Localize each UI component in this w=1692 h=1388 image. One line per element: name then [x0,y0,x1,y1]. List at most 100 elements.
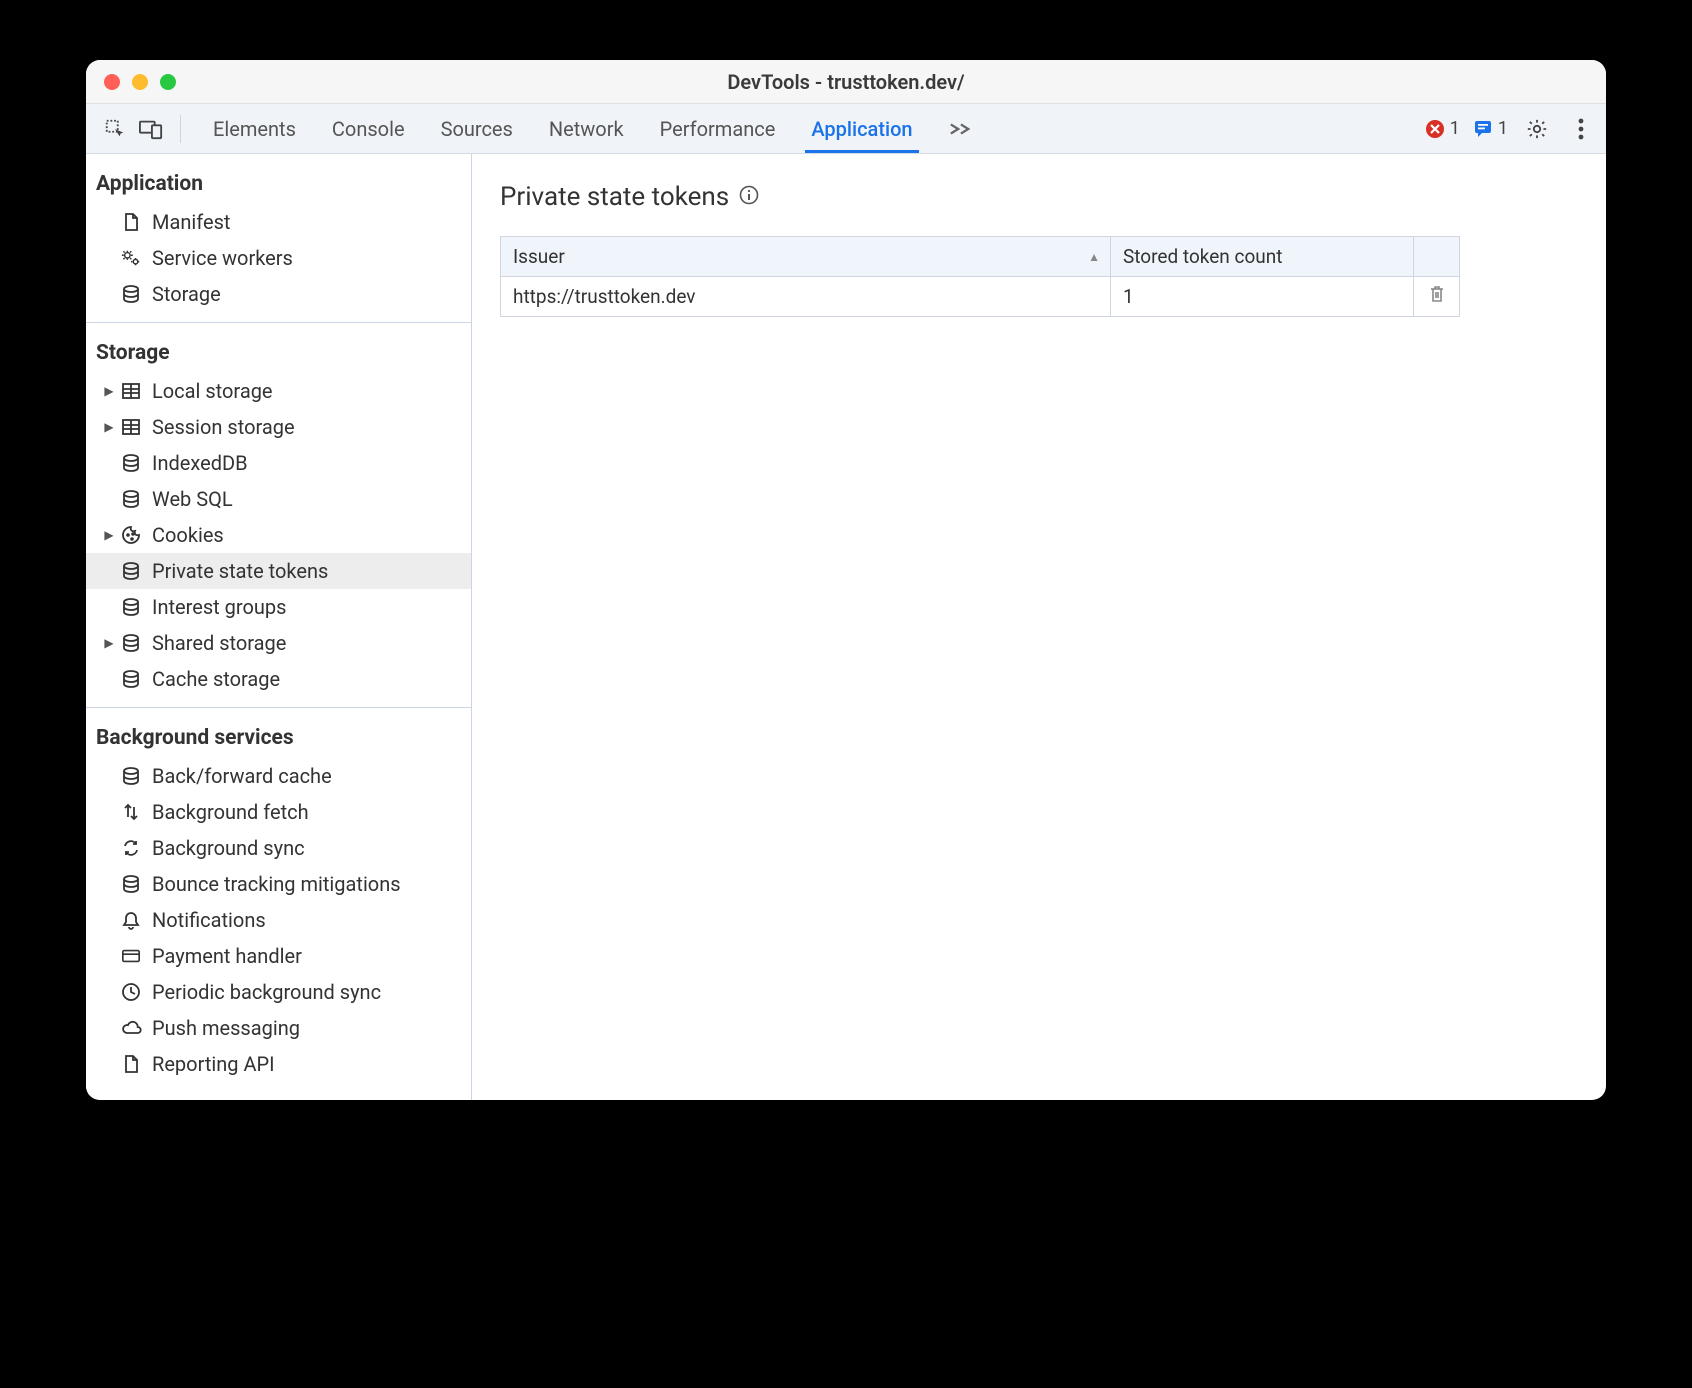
db-icon [118,669,144,689]
issue-badge[interactable]: 1 [1474,118,1508,139]
clock-icon [118,982,144,1002]
sort-asc-icon: ▲ [1088,250,1100,264]
tab-sources[interactable]: Sources [423,104,531,153]
db-icon [118,633,144,653]
more-tabs-icon[interactable] [931,104,989,153]
sidebar-item-label: Manifest [152,210,230,234]
file-icon [118,1054,144,1074]
card-icon [118,946,144,966]
panel-title: Private state tokens [500,182,1588,212]
sidebar-item-label: Session storage [152,415,295,439]
sidebar-item-label: Shared storage [152,631,286,655]
chevron-right-icon[interactable]: ▶ [102,636,116,650]
inspect-icon[interactable] [100,114,130,144]
spacer: ▶ [102,600,116,614]
sidebar-item-background-fetch[interactable]: ▶ Background fetch [86,794,471,830]
sidebar-item-cookies[interactable]: ▶ Cookies [86,517,471,553]
sidebar-item-notifications[interactable]: ▶Notifications [86,902,471,938]
tab-performance[interactable]: Performance [642,104,794,153]
sidebar-item-push-messaging[interactable]: ▶ Push messaging [86,1010,471,1046]
file-icon [118,212,144,232]
close-icon[interactable] [104,74,120,90]
spacer: ▶ [102,805,116,819]
sidebar-item-label: Reporting API [152,1052,275,1076]
issue-count: 1 [1498,118,1508,139]
spacer: ▶ [102,841,116,855]
window-title: DevTools - trusttoken.dev/ [86,70,1606,94]
spacer: ▶ [102,456,116,470]
sidebar-item-service-workers[interactable]: ▶ Service workers [86,240,471,276]
cloud-icon [118,1019,144,1037]
panel-tabs: Elements Console Sources Network Perform… [195,104,989,153]
sidebar-item-label: Service workers [152,246,293,270]
spacer: ▶ [102,769,116,783]
sidebar-item-label: Local storage [152,379,273,403]
sidebar-item-label: Private state tokens [152,559,328,583]
db-icon [118,489,144,509]
devtools-window: DevTools - trusttoken.dev/ Elements Cons… [86,60,1606,1100]
sidebar-item-label: Cache storage [152,667,280,691]
info-icon[interactable] [739,182,759,212]
spacer: ▶ [102,564,116,578]
sidebar-item-label: Storage [152,282,221,306]
tab-console[interactable]: Console [314,104,423,153]
chevron-right-icon[interactable]: ▶ [102,528,116,542]
tab-application[interactable]: Application [793,104,930,153]
minimize-icon[interactable] [132,74,148,90]
sidebar-item-label: Push messaging [152,1016,300,1040]
col-issuer[interactable]: Issuer ▲ [501,237,1111,277]
error-badge[interactable]: 1 [1426,118,1460,139]
sidebar-item-label: Back/forward cache [152,764,332,788]
cookie-icon [118,525,144,545]
sidebar-item-storage[interactable]: ▶Storage [86,276,471,312]
main-panel: Private state tokens Issuer ▲ Stored tok… [472,154,1606,1100]
table-icon [118,381,144,401]
spacer: ▶ [102,251,116,265]
spacer: ▶ [102,949,116,963]
spacer: ▶ [102,1057,116,1071]
sidebar-item-private-state-tokens[interactable]: ▶ Private state tokens [86,553,471,589]
tab-elements[interactable]: Elements [195,104,314,153]
table-row[interactable]: https://trusttoken.dev1 [501,277,1460,317]
device-toggle-icon[interactable] [136,114,166,144]
gear-icon[interactable] [1522,114,1552,144]
tab-network[interactable]: Network [531,104,642,153]
sidebar-item-manifest[interactable]: ▶ Manifest [86,204,471,240]
db-icon [118,284,144,304]
db-icon [118,597,144,617]
arrows-icon [118,802,144,822]
section-title: Storage [86,335,471,373]
sidebar-item-label: Background fetch [152,800,309,824]
sidebar-item-label: Cookies [152,523,224,547]
sidebar-item-bounce-tracking-mitigations[interactable]: ▶Bounce tracking mitigations [86,866,471,902]
titlebar: DevTools - trusttoken.dev/ [86,60,1606,104]
sidebar-item-label: IndexedDB [152,451,248,475]
sidebar-item-reporting-api[interactable]: ▶ Reporting API [86,1046,471,1082]
trash-icon[interactable] [1429,285,1445,308]
cell-actions [1414,277,1460,317]
chevron-right-icon[interactable]: ▶ [102,384,116,398]
sidebar-item-label: Payment handler [152,944,302,968]
sidebar-item-background-sync[interactable]: ▶Background sync [86,830,471,866]
sidebar-item-back-forward-cache[interactable]: ▶ Back/forward cache [86,758,471,794]
sidebar-item-payment-handler[interactable]: ▶ Payment handler [86,938,471,974]
sidebar-item-periodic-background-sync[interactable]: ▶Periodic background sync [86,974,471,1010]
error-count: 1 [1450,118,1460,139]
sidebar-item-indexeddb[interactable]: ▶ IndexedDB [86,445,471,481]
sidebar-item-session-storage[interactable]: ▶ Session storage [86,409,471,445]
spacer: ▶ [102,672,116,686]
zoom-icon[interactable] [160,74,176,90]
spacer: ▶ [102,215,116,229]
sidebar-item-local-storage[interactable]: ▶ Local storage [86,373,471,409]
sidebar-item-shared-storage[interactable]: ▶ Shared storage [86,625,471,661]
sidebar-item-cache-storage[interactable]: ▶ Cache storage [86,661,471,697]
chevron-right-icon[interactable]: ▶ [102,420,116,434]
spacer: ▶ [102,1021,116,1035]
sidebar: Application▶Manifest▶Service workers▶Sto… [86,154,472,1100]
sidebar-item-web-sql[interactable]: ▶Web SQL [86,481,471,517]
col-actions [1414,237,1460,277]
spacer: ▶ [102,492,116,506]
kebab-menu-icon[interactable] [1566,114,1596,144]
sidebar-item-interest-groups[interactable]: ▶Interest groups [86,589,471,625]
col-count[interactable]: Stored token count [1111,237,1414,277]
